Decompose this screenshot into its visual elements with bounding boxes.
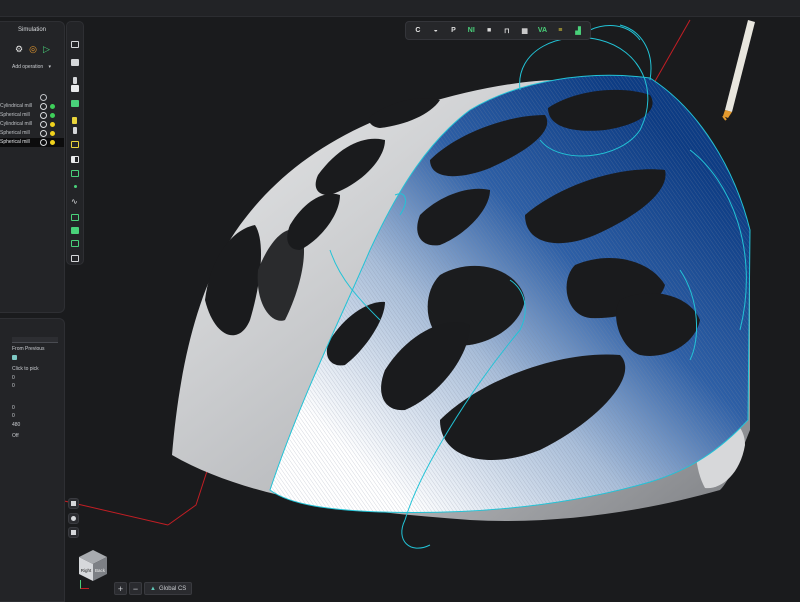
tool-holder-icon[interactable] — [73, 77, 77, 84]
sphere-tool-icon[interactable]: ◒ — [431, 26, 441, 36]
ci-icon[interactable]: C — [413, 26, 423, 36]
visibility-header-icon — [40, 94, 47, 101]
properties-panel: From Previous Click to pick 0 0 0 0 480 … — [0, 318, 65, 602]
p-tool-icon[interactable]: P — [448, 26, 458, 36]
operation-label: Spherical mill — [0, 139, 30, 145]
status-dot-icon — [50, 122, 55, 127]
contour-icon[interactable] — [71, 240, 79, 247]
property-value[interactable]: 0 — [12, 405, 15, 411]
operation-label: Spherical mill — [0, 112, 30, 118]
camera-button[interactable] — [68, 527, 79, 538]
dot-icon[interactable] — [74, 185, 77, 188]
layers-icon[interactable] — [71, 170, 79, 177]
chart-tool-icon[interactable]: ▟ — [573, 26, 583, 36]
square-tool-icon[interactable]: ■ — [484, 26, 494, 36]
camera-icon — [71, 530, 76, 535]
operation-label: Cylindrical mill — [0, 121, 32, 127]
view-cube[interactable]: Right Back — [73, 548, 113, 584]
fit-view-button[interactable] — [68, 498, 79, 509]
fit-view-icon — [71, 501, 76, 506]
operation-row-selected[interactable]: Spherical mill — [0, 138, 64, 147]
3d-viewport[interactable] — [0, 17, 800, 600]
coordinate-system-button[interactable]: ▲ Global CS — [144, 582, 193, 595]
vertical-toolbar: ∿ — [66, 21, 84, 265]
statusbar: + − ▲ Global CS — [114, 582, 193, 595]
add-operation-button[interactable]: Add operation ▾ — [12, 64, 51, 70]
report-icon[interactable] — [71, 255, 79, 262]
grid-tool-icon[interactable]: ▦ — [520, 26, 530, 36]
eye-icon[interactable] — [40, 112, 47, 119]
eye-icon[interactable] — [40, 121, 47, 128]
stock-icon[interactable] — [71, 59, 79, 66]
title-bar — [0, 0, 800, 17]
cutting-tool-icon — [722, 20, 755, 121]
panel-title: Simulation — [17, 27, 46, 33]
eye-icon[interactable] — [40, 139, 47, 146]
machine-icon[interactable]: ◎ — [29, 45, 37, 54]
cs-triangle-icon: ▲ — [150, 586, 156, 592]
wave-icon[interactable]: ∿ — [71, 198, 79, 206]
top-toolbar: C ◒ P NI ■ ⊓ ▦ VA ≡ ▟ — [405, 21, 591, 40]
drill-icon[interactable] — [72, 117, 77, 124]
operations-list: Cylindrical mill Spherical mill Cylindri… — [0, 94, 64, 147]
operations-panel: Simulation ⚙ ◎ ▷ Add operation ▾ Cylindr… — [0, 21, 65, 313]
off-label[interactable]: Off — [12, 433, 19, 439]
property-input[interactable] — [12, 337, 58, 343]
view-cube-face-right: Right — [81, 568, 92, 573]
operation-label: Spherical mill — [0, 130, 30, 136]
status-dot-icon — [50, 140, 55, 145]
add-operation-label: Add operation — [12, 64, 44, 70]
from-previous-checkbox[interactable] — [12, 355, 17, 360]
print-icon[interactable] — [71, 41, 79, 48]
shading-button[interactable] — [68, 513, 79, 524]
eye-icon[interactable] — [40, 130, 47, 137]
operation-row[interactable]: Cylindrical mill — [0, 102, 64, 111]
from-previous-label: From Previous — [12, 346, 45, 352]
pocket-icon[interactable] — [71, 227, 79, 234]
play-icon[interactable]: ▷ — [43, 45, 50, 54]
area-icon[interactable] — [71, 214, 79, 221]
helmet-model — [59, 19, 755, 549]
status-dot-icon — [50, 113, 55, 118]
axis-triad-icon — [80, 580, 89, 589]
property-value[interactable]: 0 — [12, 375, 15, 381]
status-dot-icon — [50, 131, 55, 136]
operation-label: Cylindrical mill — [0, 103, 32, 109]
nl-tool-icon[interactable]: NI — [466, 26, 476, 36]
add-button[interactable]: + — [114, 582, 127, 595]
sphere-icon — [71, 516, 76, 521]
remove-button[interactable]: − — [129, 582, 142, 595]
operation-row[interactable]: Spherical mill — [0, 111, 64, 120]
square-icon[interactable] — [71, 85, 79, 92]
gear-icon[interactable]: ⚙ — [15, 45, 23, 54]
property-value[interactable]: 0 — [12, 413, 15, 419]
fixture-icon[interactable] — [71, 141, 79, 148]
fixture-tool-icon[interactable]: ⊓ — [502, 26, 512, 36]
frame-icon[interactable] — [71, 156, 79, 163]
va-tool-icon[interactable]: VA — [537, 26, 547, 36]
coordinate-system-label: Global CS — [158, 586, 187, 592]
operation-row[interactable]: Spherical mill — [0, 129, 64, 138]
eye-icon[interactable] — [40, 103, 47, 110]
view-cube-face-back: Back — [95, 568, 106, 573]
chevron-down-icon: ▾ — [48, 64, 52, 70]
property-value[interactable]: 480 — [12, 422, 20, 428]
layers-tool-icon[interactable]: ≡ — [555, 26, 565, 36]
status-dot-icon — [50, 104, 55, 109]
part-icon[interactable] — [71, 100, 79, 107]
property-value[interactable]: 0 — [12, 383, 15, 389]
operation-row[interactable]: Cylindrical mill — [0, 120, 64, 129]
click-to-pick-label[interactable]: Click to pick — [12, 366, 39, 372]
spindle-icon[interactable] — [73, 127, 77, 134]
